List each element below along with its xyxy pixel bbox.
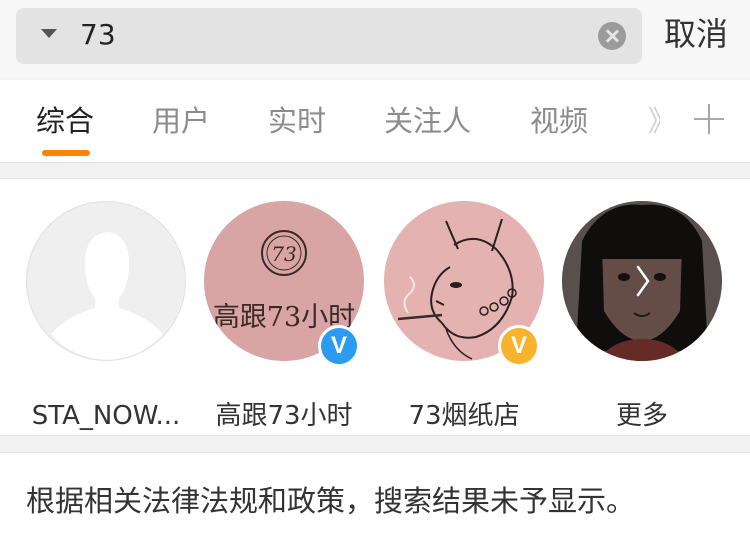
verified-badge-icon: V xyxy=(318,325,360,367)
more-label[interactable]: 更多 xyxy=(542,399,742,433)
girl-illustration-icon xyxy=(562,201,722,361)
search-query[interactable]: 73 xyxy=(80,18,116,52)
search-tabs: 综合 用户 实时 关注人 视频 》 xyxy=(0,80,750,163)
default-avatar-icon xyxy=(27,202,185,360)
tab-users[interactable]: 用户 xyxy=(152,102,210,140)
user-card[interactable]: 73 高跟73小时 V 高跟73小时 xyxy=(194,199,374,431)
dropdown-caret-icon[interactable] xyxy=(41,29,57,38)
avatar[interactable] xyxy=(562,201,722,361)
cancel-button[interactable]: 取消 xyxy=(664,14,728,54)
tab-following[interactable]: 关注人 xyxy=(384,102,471,140)
user-card[interactable]: STA_NOW... xyxy=(16,199,196,431)
notice-text: 根据相关法律法规和政策，搜索结果未予显示。 xyxy=(26,484,636,518)
results-notice: 根据相关法律法规和政策，搜索结果未予显示。 xyxy=(0,452,750,541)
tab-realtime[interactable]: 实时 xyxy=(268,102,326,140)
svg-text:73: 73 xyxy=(271,242,296,266)
tab-comprehensive[interactable]: 综合 xyxy=(36,102,94,140)
avatar[interactable] xyxy=(26,201,186,361)
verified-badge-icon: V xyxy=(498,325,540,367)
user-name[interactable]: 高跟73小时 xyxy=(184,399,384,433)
user-card[interactable]: V 73烟纸店 xyxy=(374,199,554,431)
clear-search-icon[interactable] xyxy=(598,22,626,50)
add-tab-icon[interactable] xyxy=(694,104,724,134)
tab-video[interactable]: 视频 xyxy=(530,102,588,140)
more-users[interactable]: 更多 xyxy=(552,199,732,431)
search-header: 73 取消 xyxy=(0,0,750,78)
user-name[interactable]: STA_NOW... xyxy=(6,399,206,433)
user-name[interactable]: 73烟纸店 xyxy=(364,399,564,433)
active-tab-indicator xyxy=(42,150,90,156)
user-results: STA_NOW... 73 高跟73小时 V 高跟73小时 V 73烟纸店 更多 xyxy=(0,178,750,436)
tab-overflow[interactable]: 》 xyxy=(648,102,660,140)
